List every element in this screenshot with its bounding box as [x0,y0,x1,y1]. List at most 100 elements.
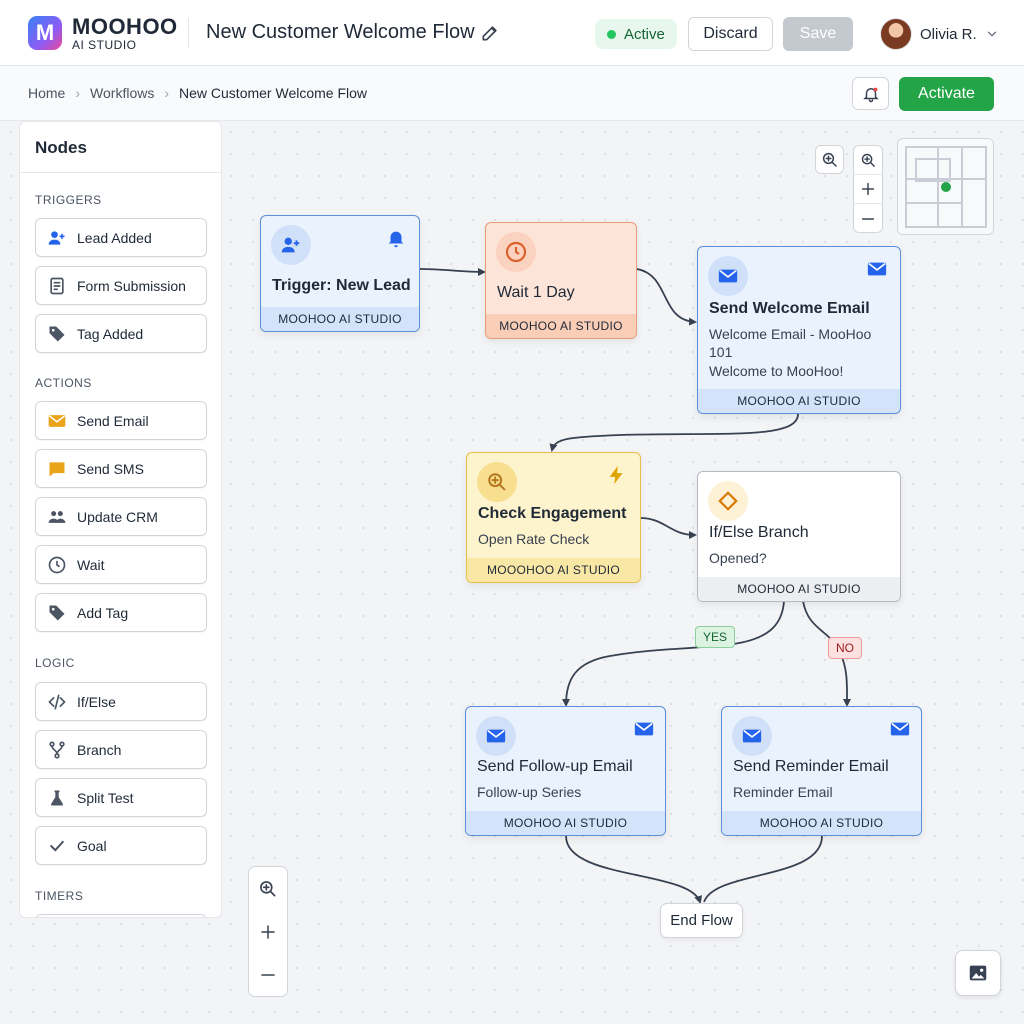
node-subtitle: Open Rate Check [478,531,590,547]
zoom-in-icon [260,880,276,896]
edge-followup-end [565,835,703,904]
check-icon [50,840,64,852]
email-icon [867,262,887,276]
sidebar-item-form-submission[interactable]: Form Submission [35,266,207,305]
zoom-fit-button[interactable] [815,145,844,174]
edge-reminder-end [703,835,823,903]
sidebar-item-label: Tag Added [77,325,144,342]
node-title: Trigger: New Lead [272,277,411,294]
node-footer: MOOHOO AI STUDIO [466,811,665,835]
node-subtitle-line2: 101 [709,344,733,360]
edge-wait-welcome [636,268,697,326]
branch-icon [49,740,65,758]
edge-welcome-engagement [549,413,799,452]
sidebar-item-split-test[interactable]: Split Test [35,778,207,817]
node-footer: MOOHOO AI STUDIO [261,307,419,331]
email-icon [48,414,66,427]
zoom-in-button[interactable] [854,175,882,204]
sidebar-item-tag-added[interactable]: Tag Added [35,314,207,353]
node-subtitle: Reminder Email [733,784,833,800]
sms-icon [49,461,65,476]
node-send-welcome-email[interactable]: Send Welcome Email Welcome Email - MooHo… [697,246,901,414]
sidebar-item-branch[interactable]: Branch [35,730,207,769]
node-footer: MOOHOO AI STUDIO [698,389,900,413]
node-send-follow-up-email[interactable]: Send Follow-up Email Follow-up Series MO… [465,706,666,836]
sidebar-item-label: Goal [77,837,107,854]
node-trigger-new-lead[interactable]: Trigger: New Lead MOOHOO AI STUDIO [260,215,420,332]
user-plus-icon [271,225,311,265]
node-check-engagement[interactable]: Check Engagement Open Rate Check MOOOHOO… [466,452,641,583]
sidebar-item-send-email[interactable]: Send Email [35,401,207,440]
sidebar-item-label: Update CRM [77,508,158,525]
plus-icon [261,924,275,939]
clock-icon [496,232,536,272]
node-title: Check Engagement [478,505,627,522]
section-timers: TIMERS [35,889,84,903]
sidebar-item-label: Branch [77,741,122,758]
email-icon [634,722,654,736]
branch-label-no: NO [828,637,862,659]
node-footer: MOOOHOO AI STUDIO [467,558,640,582]
minus-icon [261,973,275,976]
tag-icon [49,605,65,620]
user-plus-icon [48,230,65,245]
sidebar-item-wait[interactable]: Wait [35,545,207,584]
sidebar-item-label: Lead Added [77,229,152,246]
zoom-out-button[interactable] [249,953,287,996]
edge-trigger-wait [419,267,486,276]
minus-icon [861,217,875,220]
email-icon [890,722,910,736]
zoom-search-button[interactable] [249,867,287,910]
section-triggers: TRIGGERS [35,193,102,207]
node-if-else-branch[interactable]: If/Else Branch Opened? MOOHOO AI STUDIO [697,471,901,602]
node-wait-1-day[interactable]: Wait 1 Day MOOHOO AI STUDIO [485,222,637,339]
minimap[interactable] [897,138,994,235]
zoom-controls-bottom [248,866,288,997]
node-footer: MOOHOO AI STUDIO [698,577,900,601]
node-subtitle-line3: Welcome to MooHoo! [709,363,844,379]
section-actions: ACTIONS [35,376,92,390]
sidebar-item-if-else[interactable]: If/Else [35,682,207,721]
email-icon [732,716,772,756]
node-title: If/Else Branch [709,524,809,541]
sidebar-item-update-crm[interactable]: Update CRM [35,497,207,536]
node-send-reminder-email[interactable]: Send Reminder Email Reminder Email MOOHO… [721,706,922,836]
node-subtitle: Opened? [709,550,767,566]
zoom-search-button[interactable] [854,146,882,175]
users-icon [48,510,66,523]
sidebar-item-label: Split Test [77,789,134,806]
sidebar-item-label: If/Else [77,693,116,710]
sidebar-item-goal[interactable]: Goal [35,826,207,865]
edge-ifelse-followup [562,600,785,707]
sidebar-title: Nodes [20,122,221,173]
sidebar-item-partial[interactable] [35,914,207,917]
zoom-out-button[interactable] [854,204,882,233]
sidebar-item-label: Wait [77,556,105,573]
node-end-flow[interactable]: End Flow [660,903,743,938]
edge-engagement-ifelse [639,517,697,539]
node-title: Send Follow-up Email [477,758,633,775]
zoom-search-icon [477,462,517,502]
sidebar-item-label: Send SMS [77,460,144,477]
zoom-in-button[interactable] [249,910,287,953]
sidebar-item-lead-added[interactable]: Lead Added [35,218,207,257]
node-footer: MOOHOO AI STUDIO [486,314,636,338]
branch-label-yes: YES [695,626,736,648]
code-icon [48,694,66,709]
sidebar-item-label: Form Submission [77,277,186,294]
node-footer: MOOHOO AI STUDIO [722,811,921,835]
sidebar-item-send-sms[interactable]: Send SMS [35,449,207,488]
sidebar-item-add-tag[interactable]: Add Tag [35,593,207,632]
node-subtitle-line1: Welcome Email - MooHoo [709,326,872,342]
nodes-sidebar: Nodes TRIGGERS Lead Added Form Submissio… [19,121,222,918]
split-test-icon [51,790,63,805]
export-image-button[interactable] [955,950,1001,996]
plus-icon [861,182,875,196]
zoom-controls-top [853,145,883,233]
diamond-icon [708,481,748,521]
tag-icon [49,326,65,341]
zoom-in-icon [861,153,875,167]
zoom-in-icon [822,152,837,167]
email-icon [476,716,516,756]
lightning-icon [609,465,623,485]
